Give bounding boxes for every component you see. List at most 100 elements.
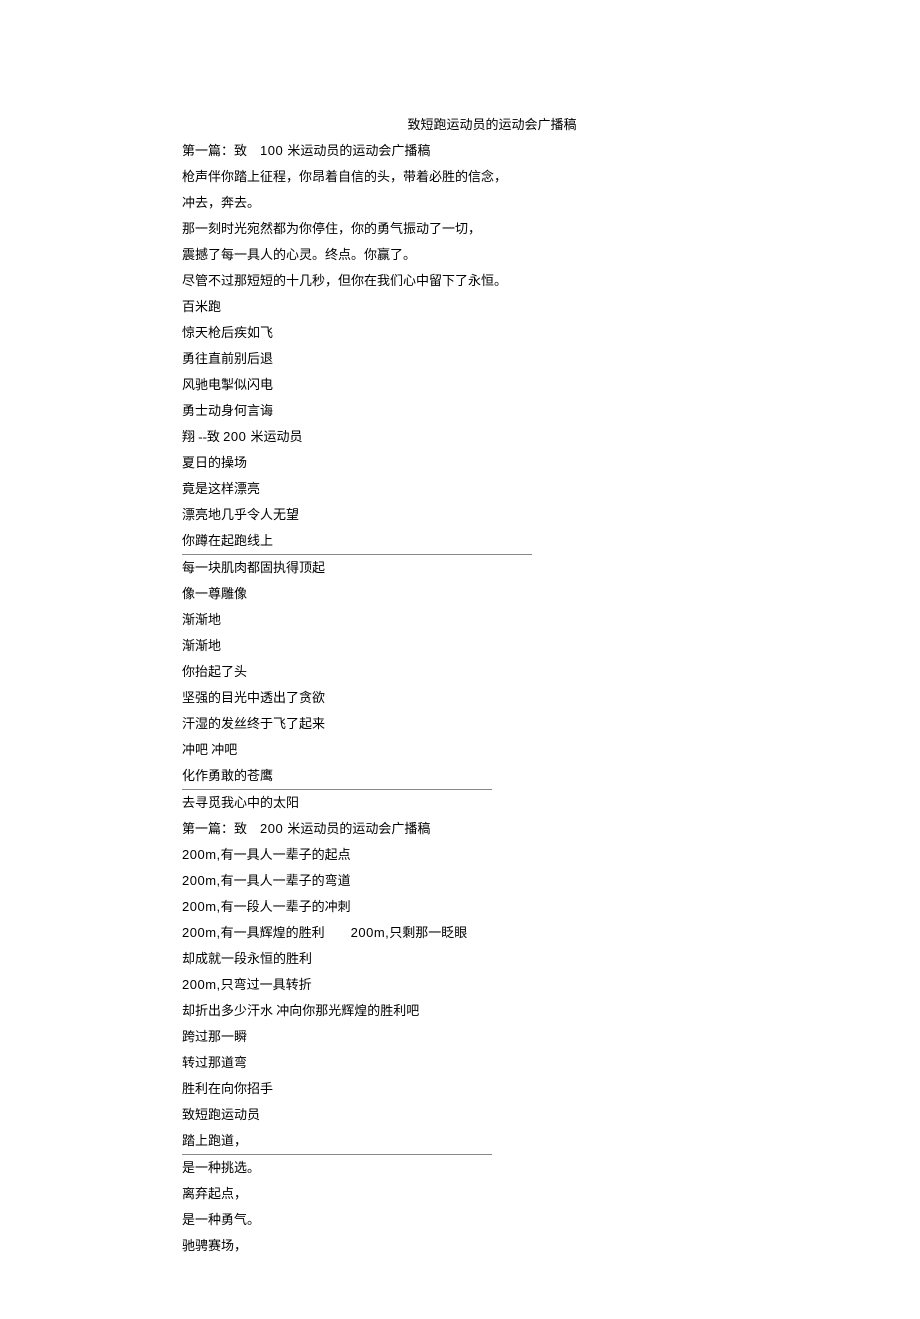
text-segment: 勇往直前别后退 — [182, 351, 273, 366]
text-line: 200m,有一具人一辈子的起点 — [182, 842, 740, 868]
text-line: 尽管不过那短短的十几秒，但你在我们心中留下了永恒。 — [182, 268, 740, 294]
text-line: 惊天枪后疾如飞 — [182, 320, 740, 346]
text-line: 离弃起点， — [182, 1181, 740, 1207]
text-line: 化作勇敢的苍鹰 — [182, 763, 740, 790]
text-segment: 勇士动身何言诲 — [182, 403, 273, 418]
document-page: 致短跑运动员的运动会广播稿 第一篇：致 100 米运动员的运动会广播稿枪声伴你踏… — [0, 0, 920, 1319]
document-title: 致短跑运动员的运动会广播稿 — [182, 112, 740, 138]
text-line: 200m,有一具人一辈子的弯道 — [182, 868, 740, 894]
text-segment: 尽管不过那短短的十几秒，但你在我们心中留下了永恒。 — [182, 273, 507, 288]
text-segment: 竟是这样漂亮 — [182, 481, 260, 496]
text-segment: 却折出多少汗水 冲向你那光辉煌的胜利吧 — [182, 1003, 419, 1018]
text-line: 勇往直前别后退 — [182, 346, 740, 372]
text-segment: 你抬起了头 — [182, 664, 247, 679]
text-segment: 200m, — [182, 847, 221, 862]
text-line: 转过那道弯 — [182, 1050, 740, 1076]
text-segment: 震撼了每一具人的心灵。终点。你赢了。 — [182, 247, 416, 262]
text-line: 200m,只弯过一具转折 — [182, 972, 740, 998]
text-segment: 你蹲在起跑线上 — [182, 533, 273, 548]
text-segment: 米运动员的运动会广播稿 — [287, 821, 430, 836]
text-segment: 踏上跑道， — [182, 1133, 247, 1148]
text-segment: 渐渐地 — [182, 612, 221, 627]
text-segment: 200m, — [182, 925, 221, 940]
text-segment: 冲去，奔去。 — [182, 195, 260, 210]
text-segment: 却成就一段永恒的胜利 — [182, 951, 312, 966]
text-line: 是一种勇气。 — [182, 1207, 740, 1233]
text-segment: 200m, — [182, 899, 221, 914]
text-segment: 那一刻时光宛然都为你停住，你的勇气振动了一切， — [182, 221, 481, 236]
text-line: 渐渐地 — [182, 633, 740, 659]
text-line: 汗湿的发丝终于飞了起来 — [182, 711, 740, 737]
text-line: 那一刻时光宛然都为你停住，你的勇气振动了一切， — [182, 216, 740, 242]
text-line: 冲吧 冲吧 — [182, 737, 740, 763]
text-segment: 风驰电掣似闪电 — [182, 377, 273, 392]
text-segment: 有一段人一辈子的冲刺 — [221, 899, 351, 914]
text-segment: 200m, — [351, 925, 390, 940]
text-line: 勇士动身何言诲 — [182, 398, 740, 424]
text-segment: 百米跑 — [182, 299, 221, 314]
text-line: 枪声伴你踏上征程，你昂着自信的头，带着必胜的信念， — [182, 164, 740, 190]
text-segment: 200 — [260, 821, 287, 836]
text-line: 冲去，奔去。 — [182, 190, 740, 216]
text-line: 坚强的目光中透出了贪欲 — [182, 685, 740, 711]
text-line: 去寻觅我心中的太阳 — [182, 790, 740, 816]
text-line: 踏上跑道， — [182, 1128, 740, 1155]
text-segment: 只弯过一具转折 — [221, 977, 312, 992]
text-segment: 化作勇敢的苍鹰 — [182, 768, 273, 783]
text-segment: 驰骋赛场， — [182, 1238, 247, 1253]
text-segment: 100 — [260, 143, 287, 158]
text-segment: 漂亮地几乎令人无望 — [182, 507, 299, 522]
text-segment: 离弃起点， — [182, 1186, 247, 1201]
text-segment: 枪声伴你踏上征程，你昂着自信的头，带着必胜的信念， — [182, 169, 507, 184]
text-line: 像一尊雕像 — [182, 581, 740, 607]
text-segment: 坚强的目光中透出了贪欲 — [182, 690, 325, 705]
text-line: 200m,有一段人一辈子的冲刺 — [182, 894, 740, 920]
text-segment: 跨过那一瞬 — [182, 1029, 247, 1044]
text-segment: 第一篇：致 — [182, 821, 260, 836]
text-segment: 有一具人一辈子的弯道 — [221, 873, 351, 888]
text-line: 翔 --致 200 米运动员 — [182, 424, 740, 450]
text-line: 第一篇：致 200 米运动员的运动会广播稿 — [182, 816, 740, 842]
document-body: 第一篇：致 100 米运动员的运动会广播稿枪声伴你踏上征程，你昂着自信的头，带着… — [182, 138, 740, 1259]
text-line: 是一种挑选。 — [182, 1155, 740, 1181]
text-line: 却成就一段永恒的胜利 — [182, 946, 740, 972]
text-line: 你抬起了头 — [182, 659, 740, 685]
text-segment: 冲吧 冲吧 — [182, 742, 237, 757]
text-segment: 是一种勇气。 — [182, 1212, 260, 1227]
text-line: 每一块肌肉都固执得顶起 — [182, 555, 740, 581]
text-line: 你蹲在起跑线上 — [182, 528, 740, 555]
text-line: 竟是这样漂亮 — [182, 476, 740, 502]
text-line: 渐渐地 — [182, 607, 740, 633]
text-segment: 有一具辉煌的胜利 — [221, 925, 351, 940]
text-line: 百米跑 — [182, 294, 740, 320]
text-line: 跨过那一瞬 — [182, 1024, 740, 1050]
text-line: 致短跑运动员 — [182, 1102, 740, 1128]
text-line: 漂亮地几乎令人无望 — [182, 502, 740, 528]
text-segment: 汗湿的发丝终于飞了起来 — [182, 716, 325, 731]
text-segment: 胜利在向你招手 — [182, 1081, 273, 1096]
text-segment: 惊天枪后疾如飞 — [182, 325, 273, 340]
text-segment: 200 — [223, 429, 250, 444]
text-line: 胜利在向你招手 — [182, 1076, 740, 1102]
text-line: 却折出多少汗水 冲向你那光辉煌的胜利吧 — [182, 998, 740, 1024]
text-segment: 转过那道弯 — [182, 1055, 247, 1070]
text-line: 200m,有一具辉煌的胜利 200m,只剩那一眨眼 — [182, 920, 740, 946]
text-segment: 米运动员 — [250, 429, 302, 444]
text-segment: 致短跑运动员 — [182, 1107, 260, 1122]
text-segment: 是一种挑选。 — [182, 1160, 260, 1175]
text-segment: 有一具人一辈子的起点 — [221, 847, 351, 862]
text-segment: 去寻觅我心中的太阳 — [182, 795, 299, 810]
text-line: 震撼了每一具人的心灵。终点。你赢了。 — [182, 242, 740, 268]
text-line: 第一篇：致 100 米运动员的运动会广播稿 — [182, 138, 740, 164]
text-line: 夏日的操场 — [182, 450, 740, 476]
text-segment: 翔 --致 — [182, 429, 223, 444]
text-segment: 米运动员的运动会广播稿 — [287, 143, 430, 158]
text-segment: 第一篇：致 — [182, 143, 260, 158]
text-segment: 200m, — [182, 977, 221, 992]
text-segment: 200m, — [182, 873, 221, 888]
text-segment: 只剩那一眨眼 — [389, 925, 467, 940]
text-segment: 夏日的操场 — [182, 455, 247, 470]
text-line: 驰骋赛场， — [182, 1233, 740, 1259]
text-segment: 每一块肌肉都固执得顶起 — [182, 560, 325, 575]
text-segment: 像一尊雕像 — [182, 586, 247, 601]
